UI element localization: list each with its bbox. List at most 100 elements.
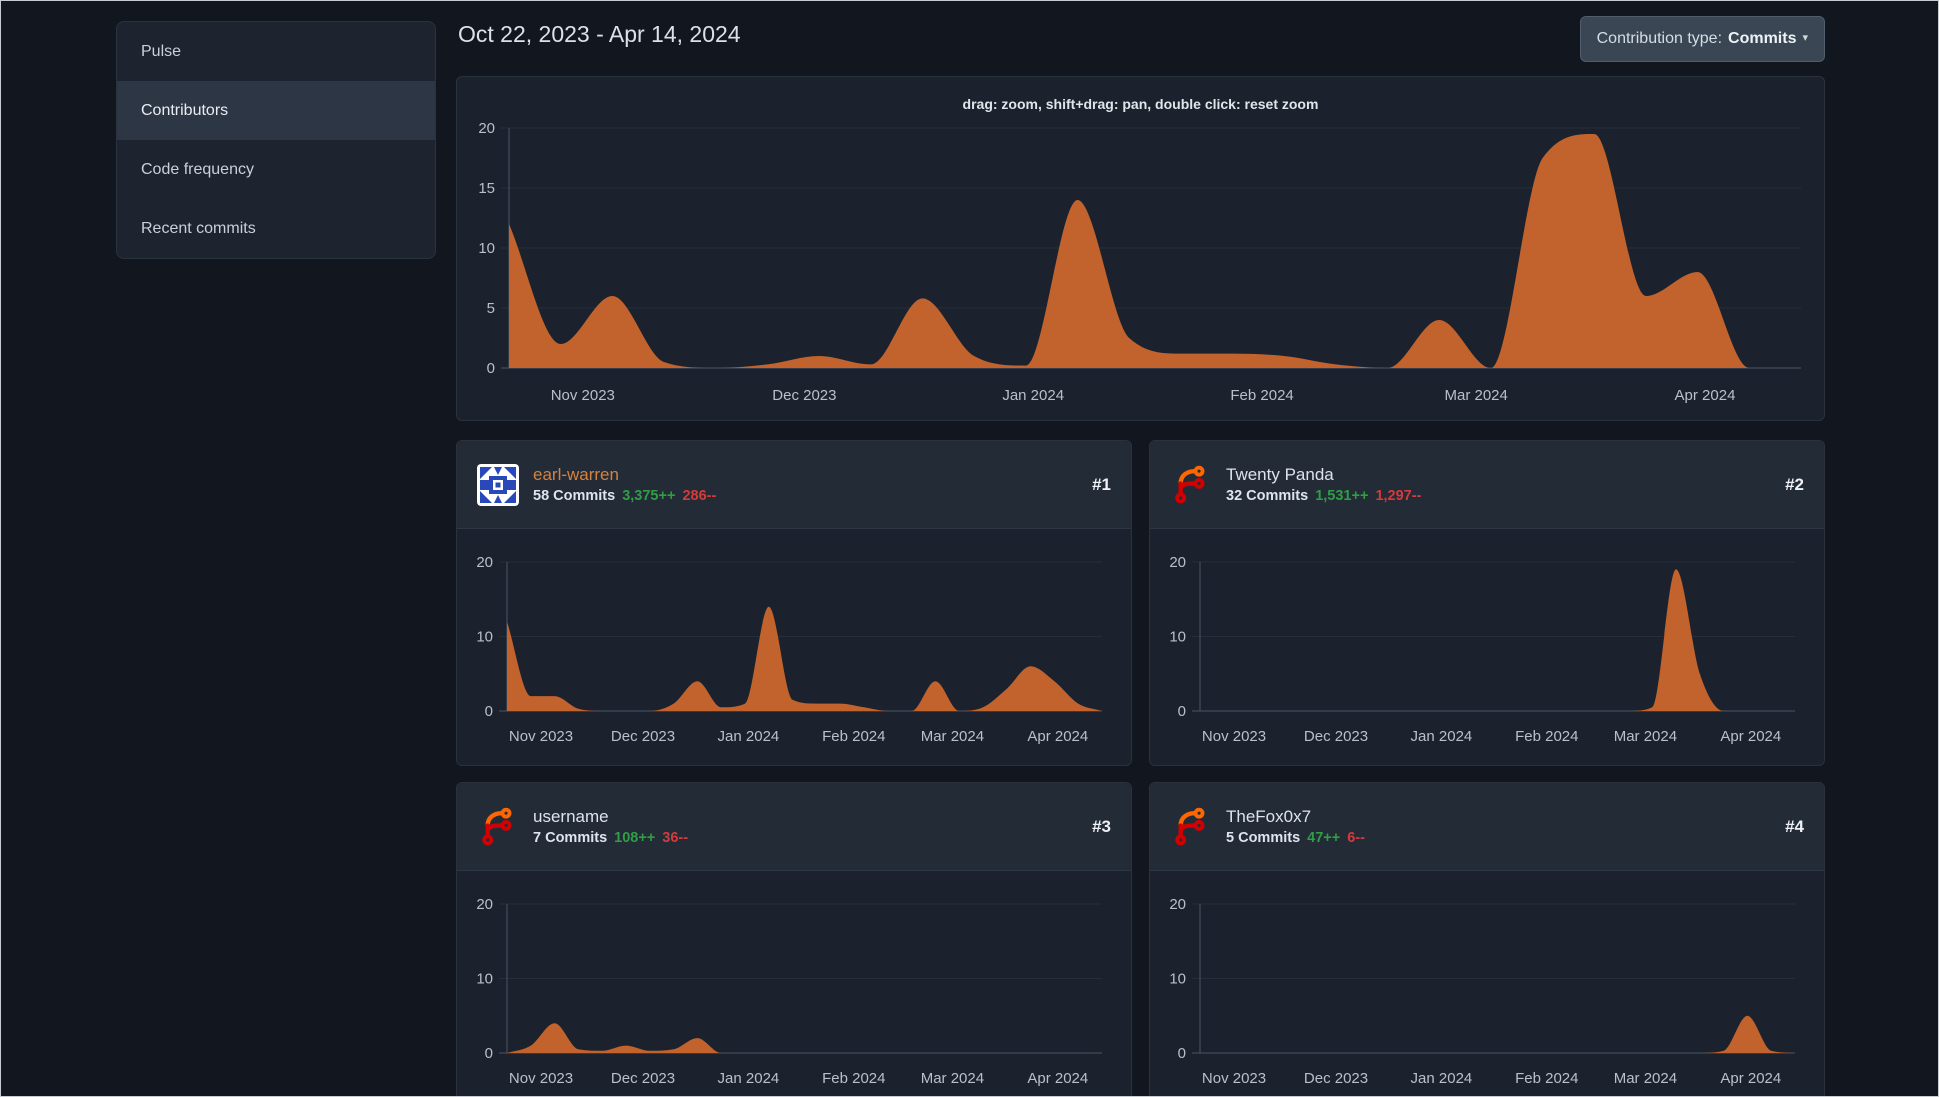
svg-text:Mar 2024: Mar 2024 xyxy=(1614,1070,1677,1087)
contributor-name[interactable]: Twenty Panda xyxy=(1226,465,1421,485)
svg-text:Dec 2023: Dec 2023 xyxy=(772,387,836,404)
svg-text:Apr 2024: Apr 2024 xyxy=(1720,1070,1781,1087)
svg-text:20: 20 xyxy=(478,120,495,137)
contributor-card-header: earl-warren 58 Commits 3,375++ 286-- #1 xyxy=(457,441,1131,529)
sidebar-item-code-frequency[interactable]: Code frequency xyxy=(117,140,435,199)
svg-text:20: 20 xyxy=(1169,554,1186,571)
chart-hint: drag: zoom, shift+drag: pan, double clic… xyxy=(962,96,1319,112)
contributor-card: Twenty Panda 32 Commits 1,531++ 1,297-- #2 0 1… xyxy=(1149,440,1825,766)
contributor-card-header: Twenty Panda 32 Commits 1,531++ 1,297-- #2 xyxy=(1150,441,1824,529)
contributor-chart[interactable]: 0 10 20 Nov 2023 Dec 2023 Jan 2024 Feb 2024 Mar… xyxy=(1150,871,1825,1097)
svg-text:Apr 2024: Apr 2024 xyxy=(1675,387,1736,404)
contributor-deletions: 6-- xyxy=(1347,830,1365,846)
contributor-rank: #4 xyxy=(1785,816,1804,836)
svg-text:Jan 2024: Jan 2024 xyxy=(1411,728,1473,745)
svg-text:Nov 2023: Nov 2023 xyxy=(1202,1070,1266,1087)
forgejo-logo-icon xyxy=(482,807,512,845)
svg-text:Mar 2024: Mar 2024 xyxy=(921,1070,984,1087)
contributor-stats: 58 Commits 3,375++ 286-- xyxy=(533,488,716,504)
contributor-commits: 5 Commits xyxy=(1226,830,1301,846)
contributor-name[interactable]: username xyxy=(533,807,688,827)
svg-text:Feb 2024: Feb 2024 xyxy=(1230,387,1293,404)
svg-text:Jan 2024: Jan 2024 xyxy=(1411,1070,1473,1087)
contributor-deletions: 36-- xyxy=(662,830,689,846)
contributor-card: username 7 Commits 108++ 36-- #3 0 10 20 Nov 202… xyxy=(456,782,1132,1097)
contributor-stats: 5 Commits 47++ 6-- xyxy=(1226,830,1365,846)
contributor-stats: 32 Commits 1,531++ 1,297-- xyxy=(1226,488,1421,504)
main-chart[interactable]: 0 5 10 15 20 Nov 2023 Dec 2023 Jan 2024 Feb 2024… xyxy=(457,112,1826,420)
svg-text:Jan 2024: Jan 2024 xyxy=(718,1070,780,1087)
contribution-type-button[interactable]: Contribution type: Commits ▾ xyxy=(1579,16,1825,62)
svg-text:Mar 2024: Mar 2024 xyxy=(1445,387,1508,404)
contributor-deletions: 286-- xyxy=(682,488,717,504)
svg-text:Dec 2023: Dec 2023 xyxy=(611,1070,675,1087)
svg-text:Mar 2024: Mar 2024 xyxy=(921,728,984,745)
svg-text:10: 10 xyxy=(1169,629,1186,646)
avatar[interactable] xyxy=(1170,806,1212,848)
identicon-avatar-icon xyxy=(477,463,519,506)
svg-text:15: 15 xyxy=(478,180,495,197)
svg-text:5: 5 xyxy=(487,300,495,317)
svg-text:Mar 2024: Mar 2024 xyxy=(1614,728,1677,745)
svg-text:Jan 2024: Jan 2024 xyxy=(718,728,780,745)
avatar[interactable] xyxy=(1170,464,1212,506)
contributor-additions: 108++ xyxy=(614,830,656,846)
avatar[interactable] xyxy=(477,463,519,506)
contributor-commits: 7 Commits xyxy=(533,830,608,846)
svg-text:0: 0 xyxy=(485,703,493,720)
contributor-chart[interactable]: 0 10 20 Nov 2023 Dec 2023 Jan 2024 Feb 2024 Mar… xyxy=(457,871,1132,1097)
svg-text:10: 10 xyxy=(1169,971,1186,988)
avatar[interactable] xyxy=(477,806,519,848)
contributor-name[interactable]: TheFox0x7 xyxy=(1226,807,1365,827)
forgejo-logo-icon xyxy=(1175,807,1205,845)
contributor-rank: #1 xyxy=(1092,474,1111,494)
contributor-deletions: 1,297-- xyxy=(1375,488,1422,504)
sidebar-item-pulse[interactable]: Pulse xyxy=(117,22,435,81)
contributor-card-header: username 7 Commits 108++ 36-- #3 xyxy=(457,783,1131,871)
svg-text:10: 10 xyxy=(476,629,493,646)
contributor-commits: 32 Commits xyxy=(1226,488,1309,504)
page-title: Oct 22, 2023 - Apr 14, 2024 xyxy=(458,21,741,47)
topbar: Oct 22, 2023 - Apr 14, 2024 Contribution… xyxy=(456,1,1825,76)
svg-text:Jan 2024: Jan 2024 xyxy=(1002,387,1064,404)
svg-text:10: 10 xyxy=(478,240,495,257)
main-content: Oct 22, 2023 - Apr 14, 2024 Contribution… xyxy=(456,1,1825,1097)
contributor-commits: 58 Commits xyxy=(533,488,616,504)
app-window: Pulse Contributors Code frequency Recent co… xyxy=(0,0,1939,1097)
contribution-type-value: Commits xyxy=(1728,30,1797,47)
contributor-name[interactable]: earl-warren xyxy=(533,465,716,485)
svg-text:20: 20 xyxy=(476,896,493,913)
contributor-additions: 1,531++ xyxy=(1315,488,1369,504)
svg-text:Nov 2023: Nov 2023 xyxy=(509,1070,573,1087)
svg-text:Nov 2023: Nov 2023 xyxy=(551,387,615,404)
svg-text:0: 0 xyxy=(487,360,495,377)
contributor-chart[interactable]: 0 10 20 Nov 2023 Dec 2023 Jan 2024 Feb 2024 Mar… xyxy=(457,529,1132,766)
contributor-card-header: TheFox0x7 5 Commits 47++ 6-- #4 xyxy=(1150,783,1824,871)
contributor-stats: 7 Commits 108++ 36-- xyxy=(533,830,688,846)
svg-text:20: 20 xyxy=(1169,896,1186,913)
svg-text:0: 0 xyxy=(1178,703,1186,720)
sidebar-menu: Pulse Contributors Code frequency Recent co… xyxy=(116,21,436,259)
svg-text:0: 0 xyxy=(485,1045,493,1062)
svg-text:Dec 2023: Dec 2023 xyxy=(1304,1070,1368,1087)
svg-text:0: 0 xyxy=(1178,1045,1186,1062)
contributor-rank: #3 xyxy=(1092,816,1111,836)
contributor-additions: 3,375++ xyxy=(622,488,676,504)
svg-text:Dec 2023: Dec 2023 xyxy=(1304,728,1368,745)
forgejo-logo-icon xyxy=(1175,465,1205,503)
main-chart-panel: drag: zoom, shift+drag: pan, double clic… xyxy=(456,76,1825,421)
contributor-card: earl-warren 58 Commits 3,375++ 286-- #1 0 10 20… xyxy=(456,440,1132,766)
contributor-chart[interactable]: 0 10 20 Nov 2023 Dec 2023 Jan 2024 Feb 2024 Mar… xyxy=(1150,529,1825,766)
svg-text:Nov 2023: Nov 2023 xyxy=(509,728,573,745)
contributor-rank: #2 xyxy=(1785,474,1804,494)
sidebar-item-recent-commits[interactable]: Recent commits xyxy=(117,199,435,258)
svg-text:Dec 2023: Dec 2023 xyxy=(611,728,675,745)
contributor-additions: 47++ xyxy=(1307,830,1341,846)
svg-text:Apr 2024: Apr 2024 xyxy=(1027,728,1088,745)
svg-text:20: 20 xyxy=(476,554,493,571)
svg-text:Apr 2024: Apr 2024 xyxy=(1027,1070,1088,1087)
svg-text:Feb 2024: Feb 2024 xyxy=(822,1070,885,1087)
contributor-cards: earl-warren 58 Commits 3,375++ 286-- #1 0 10 20… xyxy=(456,440,1825,1097)
sidebar-item-contributors[interactable]: Contributors xyxy=(117,81,435,140)
svg-text:Apr 2024: Apr 2024 xyxy=(1720,728,1781,745)
